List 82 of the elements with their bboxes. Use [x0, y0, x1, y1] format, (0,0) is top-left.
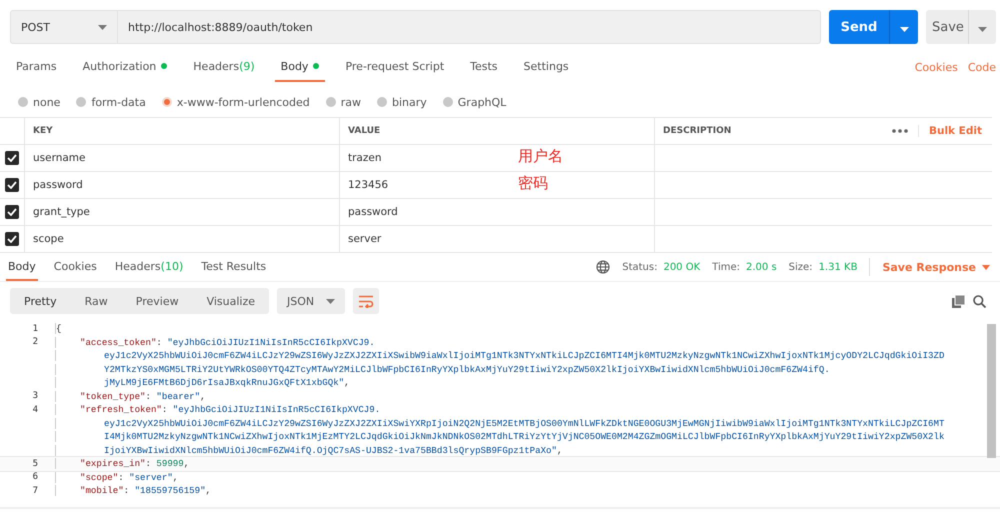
- view-mode-button[interactable]: Pretty: [10, 288, 71, 314]
- more-icon[interactable]: [892, 129, 908, 133]
- size-label: Size:: [788, 262, 813, 272]
- method-dropdown[interactable]: POST: [10, 10, 118, 44]
- response-tab[interactable]: Body: [6, 253, 38, 281]
- table-cell: scope: [33, 233, 64, 245]
- request-tab[interactable]: Headers(9): [187, 52, 261, 82]
- body-type-radio[interactable]: raw: [326, 96, 361, 108]
- request-tab[interactable]: Settings: [518, 52, 575, 82]
- request-tab[interactable]: Body: [274, 52, 326, 82]
- code-line: eyJ1c2VyX25hbWUiOiJ0cmF6ZW4iLCJzY29wZSI6WyJzZXJ2ZXIiXSwibW9iaWxlIjoiMTg1NTk3NTYxNTkiLCJpZCI6MTI4Mjk0MTU2MzkyNzgwNTk1NCwiZXhwIjoxNTk1MjcyODY2LCJqdGkiOiI3ZD: [55, 350, 944, 362]
- column-header: VALUE: [340, 118, 655, 144]
- line-number: 3: [32, 391, 38, 402]
- body-type-radio[interactable]: binary: [376, 96, 427, 108]
- time-label: Time:: [712, 262, 740, 272]
- status-value: 200 OK: [663, 262, 700, 272]
- line-number: 6: [32, 472, 38, 482]
- annotation-text: 用户名: [518, 147, 563, 166]
- table-cell: grant_type: [33, 206, 90, 218]
- table-cell: password: [348, 206, 398, 218]
- checkbox[interactable]: [5, 232, 19, 246]
- request-tab[interactable]: Params: [10, 52, 63, 82]
- status-label: Status:: [622, 262, 658, 272]
- scrollbar[interactable]: [987, 324, 996, 458]
- size-value: 1.31 KB: [818, 262, 858, 272]
- view-mode-button[interactable]: Raw: [70, 288, 122, 314]
- code-line: I4Mjk0MTU2MzkyNzgwNTk1NCwiZXhwIjoxNTk1MjEzMTY2LCJqdGkiOiJkNmJkNDNkOS02MTdhLTRiYzYtYjVjNC05OWE0M2M4ZGZmOGMiLCJlbWFpbCI6InRyYXplbkAxMjYuY29tIiwiY2xpZW50X2lk: [55, 431, 944, 442]
- code-line: jMyLM9jE6FMtB6DjD6rIsaJBxqkRnuJGxQFtX1xbGQk",: [55, 377, 350, 388]
- caret-icon: [982, 264, 990, 270]
- code-line: {: [55, 323, 62, 334]
- table-cell: password: [33, 179, 83, 191]
- response-tab[interactable]: Cookies: [52, 253, 99, 281]
- line-number: 1: [32, 324, 38, 334]
- table-cell: server: [348, 233, 382, 245]
- wrap-lines-icon: [358, 294, 374, 308]
- caret-icon: [900, 26, 908, 32]
- globe-icon[interactable]: [596, 260, 610, 274]
- view-mode-button[interactable]: Visualize: [192, 288, 270, 314]
- response-tab[interactable]: Headers(10): [112, 253, 186, 281]
- code-line: "expires_in": 59999,: [55, 458, 190, 470]
- code-line: "refresh_token": "eyJhbGciOiJIUzI1NiIsInR5cCI6IkpXVCJ9.: [55, 404, 380, 416]
- line-number: 7: [32, 486, 38, 496]
- checkbox[interactable]: [5, 205, 19, 219]
- code-line: "mobile": "18559756159",: [55, 485, 212, 496]
- body-type-radio[interactable]: GraphQL: [442, 96, 506, 108]
- send-dropdown-button[interactable]: [889, 10, 918, 44]
- table-cell: 123456: [348, 179, 388, 191]
- request-tab[interactable]: Authorization: [76, 52, 174, 82]
- body-type-radio[interactable]: x-www-form-urlencoded: [162, 96, 310, 108]
- code-line: "access_token": "eyJhbGciOiJIUzI1NiIsInR5cCI6IkpXVCJ9.: [55, 336, 375, 348]
- caret-icon: [326, 298, 336, 304]
- request-tab[interactable]: Tests: [464, 52, 504, 82]
- body-type-radio[interactable]: form-data: [76, 96, 146, 108]
- copy-icon[interactable]: [952, 294, 965, 308]
- annotation-text: 密码: [518, 174, 548, 193]
- caret-icon: [98, 24, 107, 30]
- body-type-radio[interactable]: none: [18, 96, 60, 108]
- checkbox[interactable]: [5, 151, 19, 165]
- save-dropdown-button[interactable]: [968, 10, 996, 44]
- column-header: KEY: [25, 118, 340, 144]
- checkbox[interactable]: [5, 178, 19, 192]
- request-tab[interactable]: Pre-request Script: [339, 52, 450, 82]
- time-value: 2.00 s: [746, 262, 777, 272]
- response-tab[interactable]: Test Results: [199, 253, 268, 281]
- wrap-lines-button[interactable]: [353, 288, 380, 314]
- send-button[interactable]: Send: [829, 10, 889, 44]
- format-dropdown[interactable]: JSON: [277, 288, 346, 314]
- table-cell: trazen: [348, 152, 382, 164]
- line-number: 5: [32, 458, 38, 469]
- code-line: Y2MTkzYS0xMGM5LTRiY2UtYWRkOS00YTQ4ZTcyMTAwY2MiLCJlbWFpbCI6InRyYXplbkAxMjYuY29tIiwiY2xpZW50X2lkIjoiYXBwIiwidXNlcm5hbWUiOiJ0cmF6ZW4ifQ.: [55, 364, 830, 375]
- line-number: 2: [32, 337, 38, 348]
- code-line: "token_type": "bearer",: [55, 390, 206, 402]
- caret-icon: [978, 26, 987, 32]
- view-mode-button[interactable]: Preview: [122, 288, 193, 314]
- line-number: 4: [32, 404, 38, 415]
- code-line: eyJ1c2VyX25hbWUiOiJ0cmF6ZW4iLCJzY29wZSI6WyJzZXJ2ZXIiXSwiYXRpIjoiN2Q2NjE5M2EtMTBjOS00YmNlLWFkZDktNGE0OGU3MjEwMGNjIiwibW9iaWxlIjoiMTg1NTk3NTYxNTkiLCJpZCI6MT: [55, 418, 944, 429]
- table-cell: username: [33, 152, 86, 164]
- save-button[interactable]: Save: [926, 10, 968, 44]
- column-header: DESCRIPTION: [663, 126, 732, 136]
- url-field[interactable]: http://localhost:8889/oauth/token: [118, 10, 821, 44]
- code-line: "scope": "server",: [55, 472, 178, 483]
- search-icon[interactable]: [973, 294, 986, 308]
